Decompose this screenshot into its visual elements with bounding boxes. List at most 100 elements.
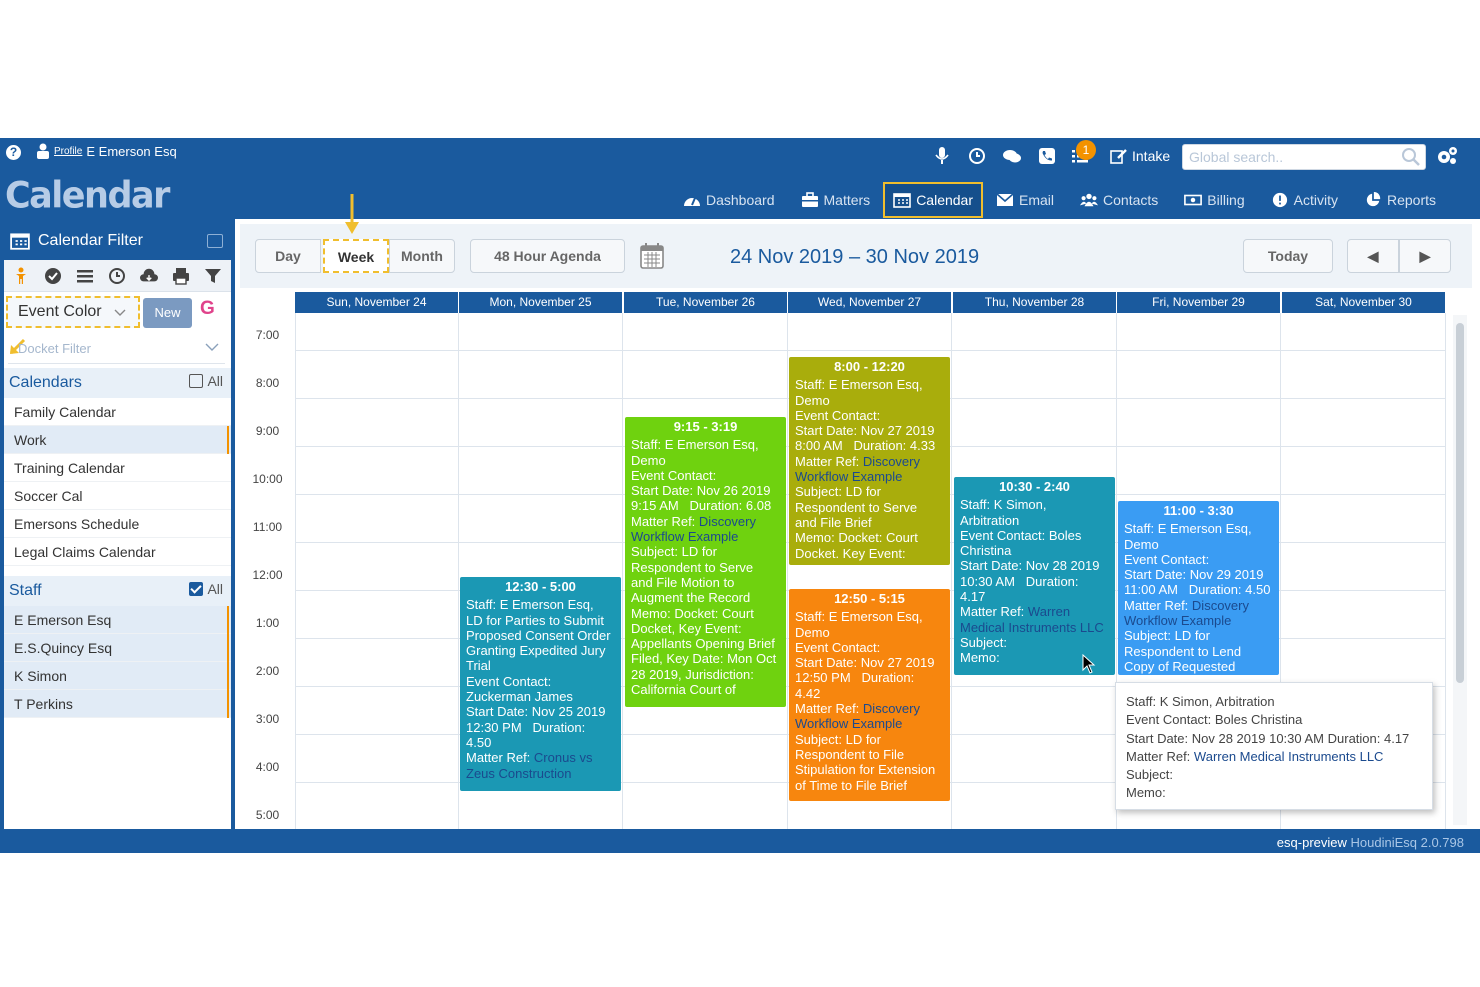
intake-button[interactable]: Intake [1110,148,1170,164]
event-detail-line: Memo: Docket: Court [795,530,918,546]
calendar-event[interactable]: 8:00 - 12:20 Staff: E Emerson Esq, Demo Eve… [789,357,950,565]
event-detail-line: 11:00 AM Duration: 4.50 [1124,582,1271,598]
calendar-item[interactable]: Soccer Cal [4,482,231,510]
previous-week-button[interactable]: ◀ [1347,239,1399,273]
list-icon[interactable] [76,267,94,285]
phone-icon[interactable] [1038,146,1056,166]
event-matter-link[interactable]: Zeus Construction [466,766,615,781]
day-header[interactable]: Thu, November 28 [953,292,1116,313]
calendar-item[interactable]: Family Calendar [4,398,231,426]
docket-filter[interactable]: Docket Filter [8,332,225,364]
event-matter-link[interactable]: Discovery [1192,598,1249,613]
calendar-event[interactable]: 9:15 - 3:19 Staff: E Emerson Esq, Demo Even… [625,417,786,707]
global-search-input[interactable] [1183,145,1393,169]
cloud-download-icon[interactable] [140,267,158,285]
staff-item[interactable]: E Emerson Esq [4,606,231,634]
event-matter-link[interactable]: Discovery [863,454,920,469]
event-detail-line: Event Contact: [1124,551,1210,567]
tooltip-start: Start Date: Nov 28 2019 10:30 AM Duratio… [1126,730,1410,746]
print-icon[interactable] [172,267,190,285]
calendar-item[interactable]: Legal Claims Calendar [4,538,231,566]
calendar-event[interactable]: 12:30 - 5:00 Staff: E Emerson Esq, LD for … [460,577,621,791]
tooltip-matter-link[interactable]: Warren Medical Instruments LLC [1194,749,1384,764]
nav-activity[interactable]: Activity [1258,182,1351,218]
calendar-event[interactable]: 10:30 - 2:40 Staff: K Simon, Arbitration Ev… [954,477,1115,675]
nav-contacts[interactable]: Contacts [1067,182,1171,218]
event-matter-link[interactable]: Cronus vs [534,750,593,765]
new-button[interactable]: New [143,298,192,328]
month-view-button[interactable]: Month [389,239,455,273]
event-detail-line: Christina [960,543,1012,559]
agenda-button[interactable]: 48 Hour Agenda [470,239,625,273]
check-circle-icon[interactable] [44,267,62,285]
event-detail-line: Arbitration [960,512,1020,528]
event-detail-line: Start Date: Nov 27 2019 [795,655,935,671]
checkbox-checked-icon[interactable] [189,582,204,596]
grid-scrollbar[interactable] [1453,315,1467,825]
next-week-button[interactable]: ▶ [1399,239,1451,273]
microphone-icon[interactable] [934,146,950,166]
mouse-cursor-icon [1082,654,1096,674]
chat-icon[interactable] [1002,146,1022,166]
google-icon[interactable]: G [200,298,215,320]
calendar-event[interactable]: 11:00 - 3:30 Staff: E Emerson Esq, Demo Eve… [1118,501,1279,675]
profile-link[interactable]: Profile [54,146,82,157]
day-header[interactable]: Sat, November 30 [1282,292,1445,313]
day-header[interactable]: Fri, November 29 [1117,292,1280,313]
calendars-all-toggle[interactable]: All [189,373,223,389]
clock-icon[interactable] [108,267,126,285]
time-label: 7:00 [255,328,280,342]
event-color-select[interactable]: Event Color [6,296,140,328]
help-icon[interactable]: ? [6,145,21,160]
nav-calendar[interactable]: Calendar [883,182,984,218]
nav-dashboard[interactable]: Dashboard [670,182,788,218]
day-view-button[interactable]: Day [255,239,321,273]
user-profile[interactable]: Profile E Emerson Esq [36,143,177,159]
settings-gear-icon[interactable] [1436,146,1458,166]
day-header[interactable]: Mon, November 25 [459,292,622,313]
person-icon[interactable] [12,267,30,285]
tooltip-contact: Event Contact: Boles Christina [1126,712,1303,728]
day-header[interactable]: Tue, November 26 [624,292,787,313]
day-column-divider [622,313,623,829]
event-detail-line: Event Contact: [795,639,881,655]
day-header[interactable]: Sun, November 24 [295,292,458,313]
nav-matters[interactable]: Matters [788,182,884,218]
event-matter-link[interactable]: Medical Instruments LLC [960,620,1109,635]
day-column-divider [458,313,459,829]
event-matter-link[interactable]: Discovery [699,514,756,529]
collapse-icon[interactable] [207,234,223,248]
scrollbar-thumb[interactable] [1456,323,1464,683]
event-time: 8:00 - 12:20 [834,359,905,374]
date-picker-icon[interactable] [640,243,664,269]
event-matter-link[interactable]: Workflow Example [795,469,944,484]
checkbox-icon[interactable] [189,374,204,388]
staff-all-toggle[interactable]: All [189,581,223,597]
staff-item[interactable]: K Simon [4,662,231,690]
event-matter-link[interactable]: Workflow Example [631,529,780,544]
event-matter-link[interactable]: Workflow Example [1124,613,1273,628]
calendar-item[interactable]: Emersons Schedule [4,510,231,538]
calendar-item[interactable]: Training Calendar [4,454,231,482]
staff-item[interactable]: E.S.Quincy Esq [4,634,231,662]
footer-bar: esq-preview HoudiniEsq 2.0.798 [0,829,1480,853]
clock-icon[interactable] [968,146,986,166]
search-icon[interactable] [1401,147,1421,167]
day-header[interactable]: Wed, November 27 [788,292,951,313]
filter-icon[interactable] [204,267,222,285]
nav-email[interactable]: Email [983,182,1067,218]
event-detail-line: California Court of [631,682,736,698]
nav-reports[interactable]: Reports [1351,182,1449,218]
calendar-item[interactable]: Work [4,426,231,454]
tooltip-matter-label: Matter Ref: [1126,748,1194,764]
hour-line [295,350,1446,351]
staff-item[interactable]: T Perkins [4,690,231,718]
notification-badge[interactable]: 1 [1076,140,1096,160]
today-button[interactable]: Today [1243,239,1333,273]
event-matter-link[interactable]: Workflow Example [795,716,944,731]
event-matter-link[interactable]: Warren [1028,604,1070,619]
nav-billing[interactable]: Billing [1171,182,1257,218]
week-view-button[interactable]: Week [323,239,389,273]
calendar-event[interactable]: 12:50 - 5:15 Staff: E Emerson Esq, Demo Eve… [789,589,950,801]
event-matter-link[interactable]: Discovery [863,701,920,716]
